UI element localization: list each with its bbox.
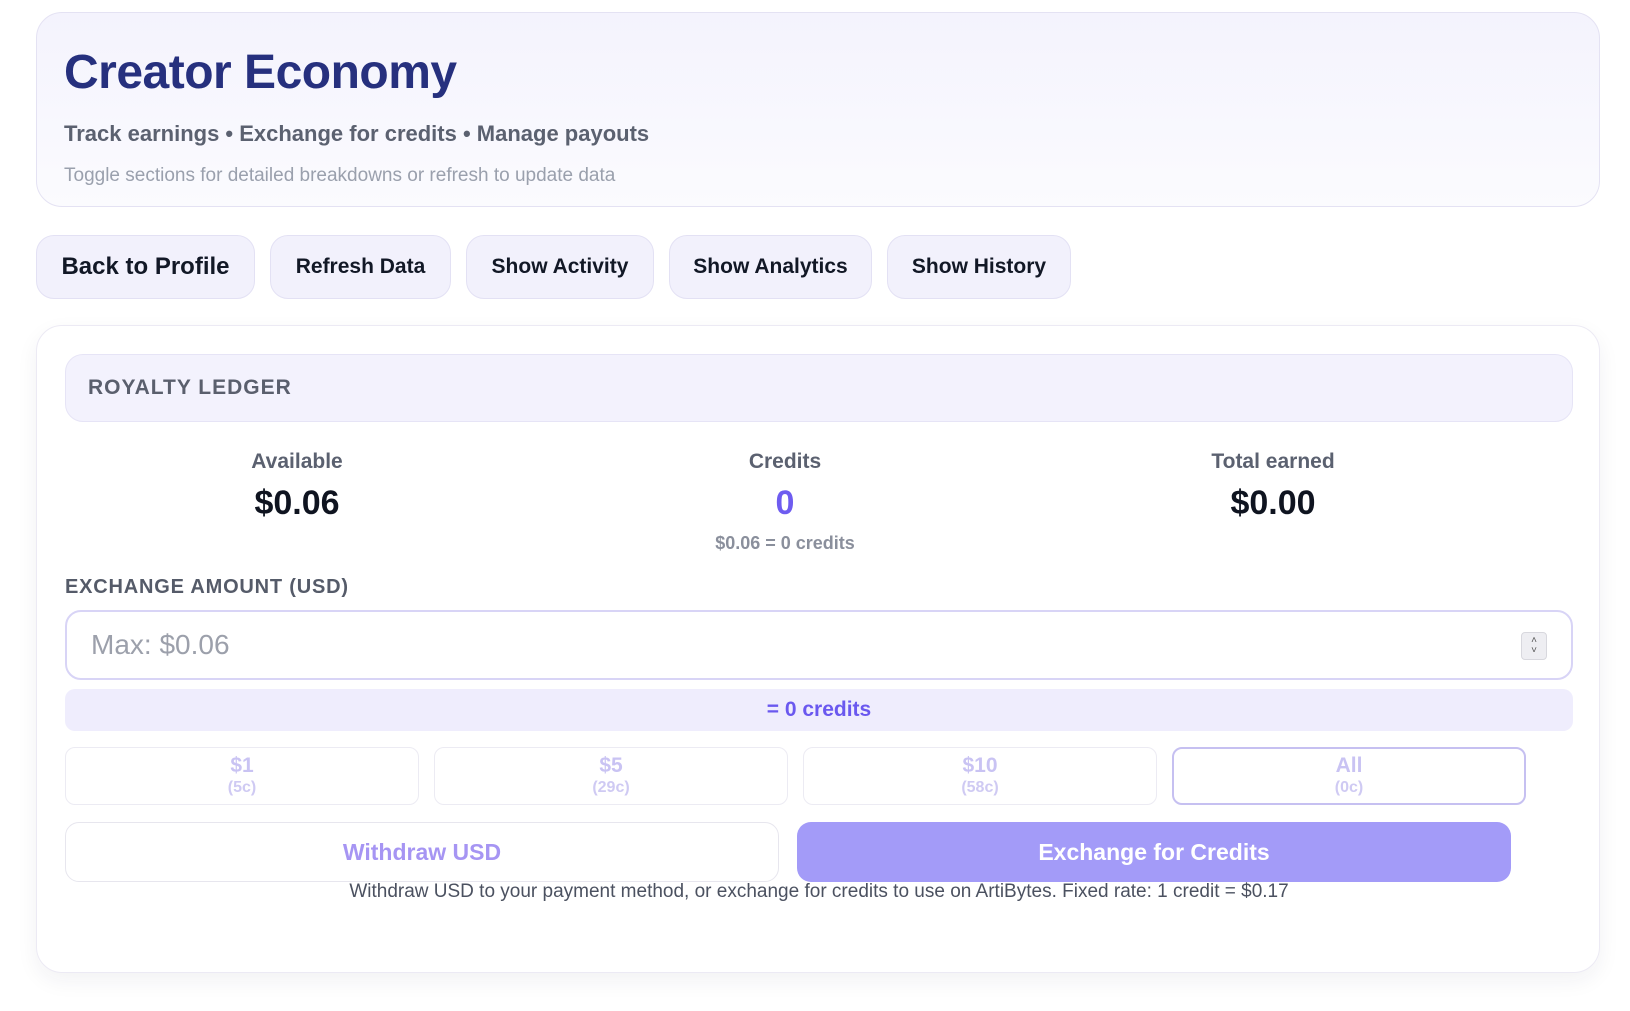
preset-label: $10: [962, 754, 998, 777]
stat-credits-note: $0.06 = 0 credits: [715, 533, 855, 553]
header-card: Creator Economy Track earnings • Exchang…: [36, 12, 1600, 207]
refresh-data-button[interactable]: Refresh Data: [270, 235, 451, 299]
conversion-preview: = 0 credits: [65, 689, 1573, 731]
stat-credits-label: Credits: [748, 450, 822, 473]
preset-10-button[interactable]: $10 (58c): [803, 747, 1157, 805]
exchange-amount-label: EXCHANGE AMOUNT (USD): [65, 576, 349, 598]
ledger-header: ROYALTY LEDGER: [65, 354, 1573, 422]
preset-all-button[interactable]: All (0c): [1172, 747, 1526, 805]
stat-credits-value: 0: [775, 484, 795, 522]
stat-total-earned-value: $0.00: [1230, 484, 1316, 522]
preset-label: All: [1335, 754, 1363, 777]
page-subtitle: Track earnings • Exchange for credits • …: [64, 121, 650, 146]
preset-1-button[interactable]: $1 (5c): [65, 747, 419, 805]
preset-5-button[interactable]: $5 (29c): [434, 747, 788, 805]
stat-available: Available $0.06: [47, 450, 547, 523]
page-hint: Toggle sections for detailed breakdowns …: [64, 165, 616, 186]
page-title: Creator Economy: [64, 46, 457, 99]
stat-total-earned-label: Total earned: [1211, 450, 1335, 473]
preset-amounts: $1 (5c) $5 (29c) $10 (58c) All (0c): [65, 747, 1526, 805]
back-to-profile-button[interactable]: Back to Profile: [36, 235, 255, 299]
toolbar: Back to Profile Refresh Data Show Activi…: [36, 235, 1071, 299]
exchange-info-note: Withdraw USD to your payment method, or …: [349, 881, 1289, 902]
preset-credits: (29c): [592, 779, 630, 796]
show-analytics-button[interactable]: Show Analytics: [669, 235, 872, 299]
preset-credits: (58c): [961, 779, 999, 796]
preset-credits: (0c): [1334, 779, 1364, 796]
preset-label: $5: [599, 754, 623, 777]
ledger-title: ROYALTY LEDGER: [88, 376, 292, 399]
exchange-amount-field: ˄ ˅: [65, 610, 1573, 680]
show-activity-button[interactable]: Show Activity: [466, 235, 654, 299]
preset-label: $1: [230, 754, 254, 777]
stat-total-earned: Total earned $0.00: [1023, 450, 1523, 523]
exchange-amount-input[interactable]: [67, 612, 1571, 678]
number-stepper[interactable]: ˄ ˅: [1521, 632, 1547, 660]
stat-credits: Credits 0 $0.06 = 0 credits: [535, 450, 1035, 554]
royalty-ledger-card: ROYALTY LEDGER Available $0.06 Credits 0…: [36, 325, 1600, 973]
withdraw-usd-button[interactable]: Withdraw USD: [65, 822, 779, 882]
exchange-for-credits-button[interactable]: Exchange for Credits: [797, 822, 1511, 882]
stat-available-value: $0.06: [254, 484, 340, 522]
show-history-button[interactable]: Show History: [887, 235, 1071, 299]
chevron-down-icon[interactable]: ˅: [1531, 646, 1537, 656]
preset-credits: (5c): [227, 779, 257, 796]
stat-available-label: Available: [251, 450, 343, 473]
